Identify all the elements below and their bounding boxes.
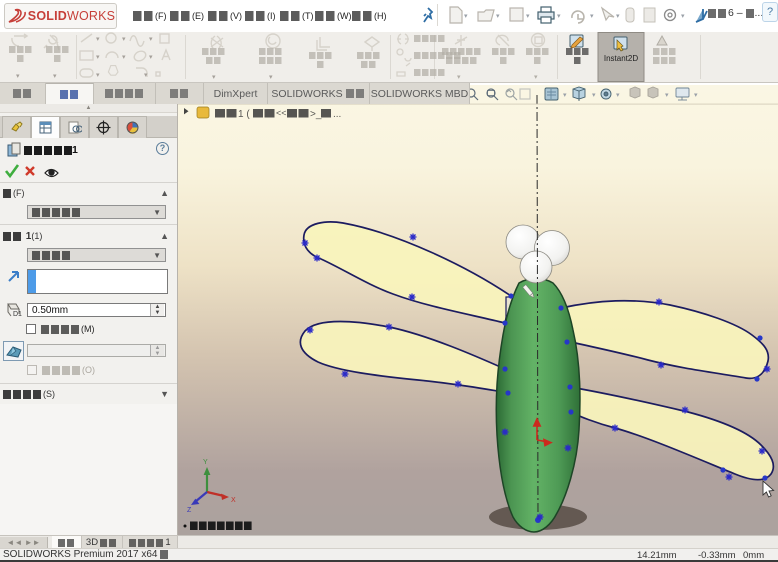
svg-text:▾: ▾	[457, 74, 461, 81]
svg-text:>_: >_	[310, 109, 322, 120]
svg-text:▾: ▾	[122, 54, 126, 61]
svg-text:▾: ▾	[694, 92, 698, 99]
svg-text:▾: ▾	[681, 13, 685, 20]
svg-text:▾: ▾	[96, 54, 100, 61]
svg-text:▾: ▾	[122, 36, 126, 43]
svg-text:▾: ▾	[96, 72, 100, 79]
svg-text:<<: <<	[276, 108, 287, 118]
svg-text:D1: D1	[13, 311, 22, 318]
svg-text:Z: Z	[187, 507, 192, 514]
svg-text:▾: ▾	[616, 13, 620, 20]
svg-text:▾: ▾	[557, 13, 561, 20]
svg-text:▾: ▾	[534, 74, 538, 81]
svg-text:▾: ▾	[212, 74, 216, 81]
svg-text:Y: Y	[203, 459, 208, 466]
svg-text:▾: ▾	[592, 92, 596, 99]
svg-text:▾: ▾	[16, 73, 20, 80]
svg-text:▾: ▾	[616, 92, 620, 99]
svg-text:...: ...	[333, 109, 341, 120]
svg-text:▾: ▾	[665, 92, 669, 99]
svg-text:▾: ▾	[53, 73, 57, 80]
svg-text:▾: ▾	[526, 13, 530, 20]
svg-text:X: X	[231, 497, 236, 504]
svg-text:▾: ▾	[496, 13, 500, 20]
svg-text:1 (: 1 (	[238, 109, 250, 120]
svg-text:▾: ▾	[149, 54, 153, 61]
svg-text:▾: ▾	[269, 74, 273, 81]
svg-text:▾: ▾	[96, 36, 100, 43]
svg-text:▾: ▾	[144, 72, 148, 79]
svg-text:▾: ▾	[590, 13, 594, 20]
svg-text:▾: ▾	[563, 92, 567, 99]
svg-text:▾: ▾	[149, 36, 153, 43]
svg-text:▾: ▾	[464, 13, 468, 20]
